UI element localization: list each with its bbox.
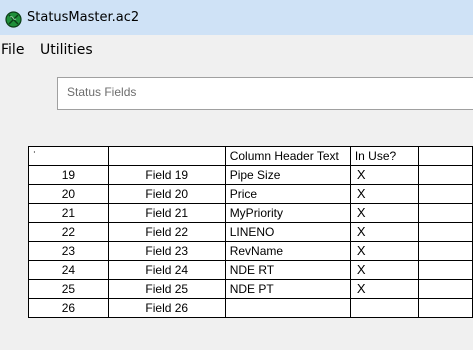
grid-header-in-use[interactable]: In Use? <box>349 146 419 166</box>
table-row[interactable]: 21 Field 21 MyPriority X <box>28 203 473 223</box>
header-text-cell[interactable]: Pipe Size <box>224 165 351 185</box>
table-row[interactable]: 23 Field 23 RevName X <box>28 241 473 261</box>
extra-cell[interactable] <box>417 184 473 204</box>
field-name-cell[interactable]: Field 23 <box>107 241 226 261</box>
extra-cell[interactable] <box>417 222 473 242</box>
in-use-cell[interactable]: X <box>349 203 419 223</box>
header-text-cell[interactable]: Price <box>224 184 351 204</box>
header-text-cell[interactable]: RevName <box>224 241 351 261</box>
in-use-cell[interactable]: X <box>349 222 419 242</box>
table-row[interactable]: 24 Field 24 NDE RT X <box>28 260 473 280</box>
menu-file[interactable]: File <box>1 42 24 58</box>
in-use-cell[interactable]: X <box>349 279 419 299</box>
row-number-cell[interactable]: 24 <box>28 260 109 280</box>
field-name-cell[interactable]: Field 24 <box>107 260 226 280</box>
table-row[interactable]: 20 Field 20 Price X <box>28 184 473 204</box>
row-number-cell[interactable]: 25 <box>28 279 109 299</box>
in-use-cell[interactable] <box>349 298 419 318</box>
row-number-cell[interactable]: 19 <box>28 165 109 185</box>
row-number-cell[interactable]: 23 <box>28 241 109 261</box>
row-number-cell[interactable]: 21 <box>28 203 109 223</box>
table-row[interactable]: 19 Field 19 Pipe Size X <box>28 165 473 185</box>
extra-cell[interactable] <box>417 260 473 280</box>
grid-header-extra[interactable] <box>417 146 473 166</box>
header-text-cell[interactable]: LINENO <box>224 222 351 242</box>
row-number-cell[interactable]: 22 <box>28 222 109 242</box>
header-text-cell[interactable] <box>224 298 351 318</box>
grid-header-column-header-text[interactable]: Column Header Text <box>224 146 351 166</box>
in-use-cell[interactable]: X <box>349 165 419 185</box>
field-name-cell[interactable]: Field 26 <box>107 298 226 318</box>
menu-bar: File Utilities <box>0 35 473 63</box>
app-globe-icon <box>5 11 22 28</box>
status-fields-label: Status Fields <box>67 85 137 99</box>
extra-cell[interactable] <box>417 165 473 185</box>
table-row[interactable]: 22 Field 22 LINENO X <box>28 222 473 242</box>
header-text-cell[interactable]: NDE PT <box>224 279 351 299</box>
menu-utilities[interactable]: Utilities <box>40 42 93 58</box>
row-number-cell[interactable]: 26 <box>28 298 109 318</box>
field-name-cell[interactable]: Field 22 <box>107 222 226 242</box>
field-name-cell[interactable]: Field 21 <box>107 203 226 223</box>
title-bar[interactable]: StatusMaster.ac2 <box>0 0 473 35</box>
table-row[interactable]: 25 Field 25 NDE PT X <box>28 279 473 299</box>
header-text-cell[interactable]: MyPriority <box>224 203 351 223</box>
row-number-cell[interactable]: 20 <box>28 184 109 204</box>
extra-cell[interactable] <box>417 203 473 223</box>
extra-cell[interactable] <box>417 279 473 299</box>
header-text-cell[interactable]: NDE RT <box>224 260 351 280</box>
table-row[interactable]: 26 Field 26 <box>28 298 473 318</box>
field-name-cell[interactable]: Field 25 <box>107 279 226 299</box>
grid-corner-cell[interactable]: ˙ <box>28 146 109 166</box>
in-use-cell[interactable]: X <box>349 260 419 280</box>
grid-header-row: ˙ Column Header Text In Use? <box>28 146 473 166</box>
field-name-cell[interactable]: Field 20 <box>107 184 226 204</box>
in-use-cell[interactable]: X <box>349 241 419 261</box>
extra-cell[interactable] <box>417 241 473 261</box>
grid-header-field[interactable] <box>107 146 226 166</box>
extra-cell[interactable] <box>417 298 473 318</box>
field-name-cell[interactable]: Field 19 <box>107 165 226 185</box>
window-title: StatusMaster.ac2 <box>27 10 140 25</box>
in-use-cell[interactable]: X <box>349 184 419 204</box>
status-fields-box[interactable]: Status Fields <box>57 77 473 110</box>
status-fields-grid[interactable]: ˙ Column Header Text In Use? 19 Field 19 P… <box>28 146 473 350</box>
